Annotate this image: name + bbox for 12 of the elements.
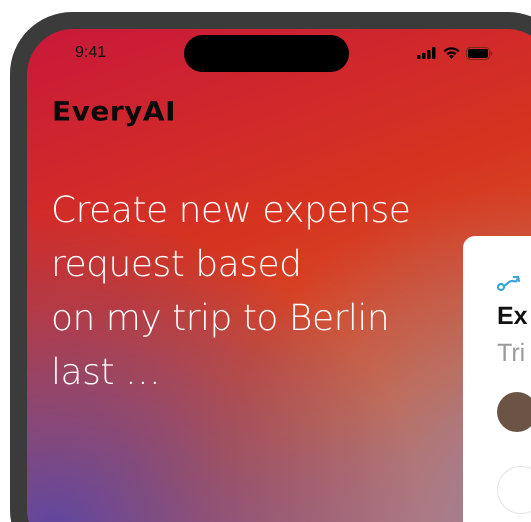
wifi-icon [442,47,460,59]
app-logo: EveryAI [52,96,176,128]
avatar [497,392,531,432]
round-button[interactable] [497,466,531,514]
signal-icon [416,47,437,59]
battery-icon [466,46,493,60]
expense-card[interactable]: Ex Tri [463,236,531,522]
status-time: 9:41 [75,44,106,62]
route-icon [497,274,523,292]
card-title: Ex [497,302,528,331]
card-subtitle: Tri [497,339,526,368]
prompt-text: Create new expense request based on my trip to Berlin last … [51,189,410,395]
